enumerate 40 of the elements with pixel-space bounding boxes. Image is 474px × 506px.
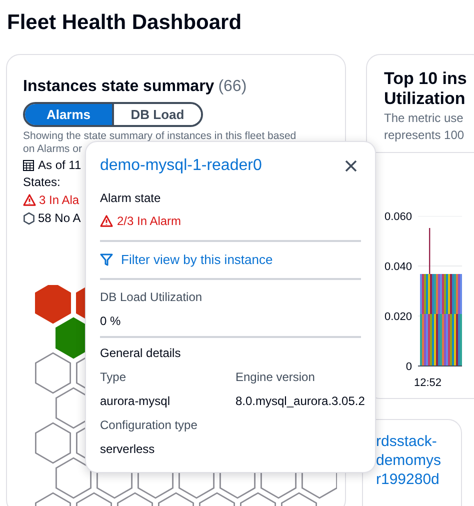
calendar-icon <box>23 160 34 171</box>
warning-icon <box>23 194 36 206</box>
field-value: serverless <box>100 440 155 458</box>
instance-link[interactable]: rdsstack- demomys r199280d <box>376 432 461 489</box>
instance-title-link[interactable]: demo-mysql-1-reader0 <box>100 154 262 178</box>
description-text: represents 100 <box>384 127 464 144</box>
page-title: Fleet Health Dashboard <box>7 10 243 36</box>
field-label: DB Load Utilization <box>100 288 202 306</box>
view-tab[interactable]: Alarms <box>25 104 112 125</box>
axis-label: 0 <box>406 361 412 373</box>
instance-count: (66) <box>218 77 247 97</box>
filter-link[interactable]: Filter view by this instance <box>100 250 273 270</box>
hexagon-icon <box>23 212 35 224</box>
axis-label: 0.020 <box>384 311 412 323</box>
description-text: on Alarms or <box>23 143 82 156</box>
axis-label: 12:52 <box>414 376 442 391</box>
card-title: Top 10 ins <box>384 69 467 89</box>
field-value: 0 % <box>100 312 121 330</box>
field-value: aurora-mysql <box>100 392 170 410</box>
close-icon <box>345 160 357 172</box>
view-tab[interactable]: DB Load <box>112 104 201 125</box>
state-text: 3 In Ala <box>39 192 80 209</box>
card-title: Instances state summary <box>23 77 214 97</box>
description-text: Showing the state summary of instances in this fleet based <box>23 130 296 143</box>
alarm-state-text: 2/3 In Alarm <box>117 213 182 230</box>
axis-label: 0.060 <box>384 211 412 223</box>
field-label: Type <box>100 368 126 386</box>
field-label: Configuration type <box>100 416 198 434</box>
field-label: Engine version <box>236 368 315 386</box>
field-label: Alarm state <box>100 190 161 207</box>
timestamp-text: As of 11 <box>38 157 82 174</box>
description-text: The metric use <box>384 110 464 127</box>
axis-label: 0.040 <box>384 261 412 273</box>
state-text: 58 No A <box>38 210 81 227</box>
card-title: Utilization <box>384 89 466 109</box>
section-heading: General details <box>100 344 181 362</box>
filter-icon <box>100 253 113 266</box>
field-value: 8.0.mysql_aurora.3.05.2 <box>236 392 365 410</box>
warning-icon <box>100 215 113 227</box>
states-label: States: <box>23 174 60 191</box>
